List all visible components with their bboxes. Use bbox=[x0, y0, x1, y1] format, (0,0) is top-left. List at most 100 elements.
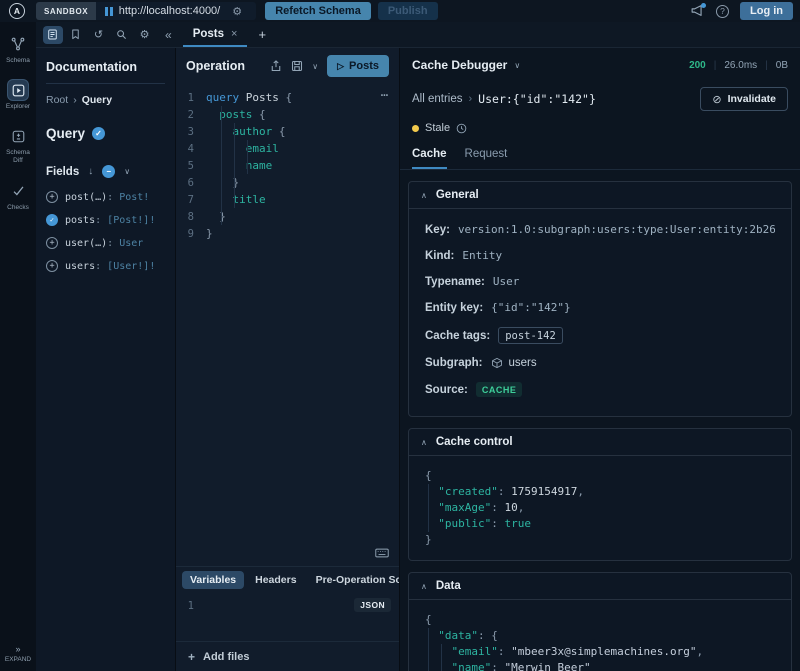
keyboard-shortcuts-icon[interactable] bbox=[375, 548, 389, 558]
field-type[interactable]: User bbox=[119, 238, 143, 249]
breadcrumb-separator-icon: › bbox=[73, 94, 77, 106]
rail-item-explorer[interactable]: Explorer bbox=[0, 80, 36, 111]
rail-item-checks[interactable]: Checks bbox=[0, 181, 36, 212]
run-operation-button[interactable]: ▷ Posts bbox=[327, 55, 389, 77]
general-section-header[interactable]: ∧ General bbox=[409, 182, 791, 209]
save-chevron-icon[interactable]: ∨ bbox=[312, 62, 318, 71]
add-field-icon[interactable]: + bbox=[46, 191, 58, 203]
sort-arrow-icon[interactable]: ↓ bbox=[88, 166, 93, 177]
documentation-panel: Documentation Root › Query Query ✓ Field… bbox=[36, 48, 176, 671]
field-name: post(…) bbox=[65, 192, 107, 203]
json-mode-badge[interactable]: JSON bbox=[354, 598, 391, 612]
operation-header: Operation ∨ ▷ Posts bbox=[176, 48, 399, 84]
rail-expand[interactable]: » EXPAND bbox=[5, 644, 31, 664]
field-row-post[interactable]: + post(…): Post! bbox=[46, 191, 165, 203]
refetch-schema-button[interactable]: Refetch Schema bbox=[265, 2, 371, 20]
row-label: Key: bbox=[425, 224, 450, 236]
operation-title: Operation bbox=[186, 59, 261, 73]
add-files-button[interactable]: + Add files bbox=[176, 641, 399, 671]
row-value: version:1.0:subgraph:users:type:User:ent… bbox=[458, 223, 775, 236]
filter-minus-icon[interactable]: − bbox=[102, 165, 115, 178]
collapse-chevron-icon: ∧ bbox=[421, 191, 427, 200]
save-icon[interactable] bbox=[291, 60, 303, 72]
data-section: ∧ Data { "data": { "email": "mbeer3x@sim… bbox=[408, 572, 792, 671]
play-icon: ▷ bbox=[337, 61, 344, 72]
tab-pre-operation-script[interactable]: Pre-Operation Script bbox=[308, 571, 399, 589]
search-icon[interactable] bbox=[112, 26, 132, 44]
field-type[interactable]: [Post!]! bbox=[107, 215, 155, 226]
login-button[interactable]: Log in bbox=[740, 2, 793, 20]
field-type[interactable]: [User!]! bbox=[107, 261, 155, 272]
invalidate-button[interactable]: ⊘ Invalidate bbox=[700, 87, 788, 111]
history-icon[interactable]: ↺ bbox=[89, 26, 109, 44]
variables-line-number: 1 bbox=[176, 600, 206, 612]
run-label: Posts bbox=[349, 60, 379, 72]
dropdown-chevron-icon[interactable]: ∨ bbox=[514, 61, 520, 70]
tab-close-icon[interactable]: × bbox=[231, 28, 237, 40]
code-line: "maxAge": 10, bbox=[425, 500, 775, 516]
new-tab-button[interactable]: + bbox=[258, 27, 266, 42]
tab-cache[interactable]: Cache bbox=[412, 148, 447, 169]
editor-menu-icon[interactable]: ⋯ bbox=[381, 88, 389, 102]
field-row-users[interactable]: + users: [User!]! bbox=[46, 260, 165, 272]
subgraph-name: users bbox=[509, 357, 537, 369]
response-view-dropdown[interactable]: Cache Debugger bbox=[412, 58, 507, 72]
cache-entry-breadcrumb: All entries › User:{"id":"142"} ⊘ Invali… bbox=[400, 72, 800, 111]
saved-operations-icon[interactable] bbox=[66, 26, 86, 44]
add-field-icon[interactable]: + bbox=[46, 237, 58, 249]
endpoint-url-input[interactable]: http://localhost:4000/ ⚙ bbox=[96, 2, 256, 20]
publish-button[interactable]: Publish bbox=[378, 2, 438, 20]
tab-posts[interactable]: Posts × bbox=[183, 22, 248, 47]
announcements-icon[interactable] bbox=[690, 4, 705, 18]
breadcrumb-root[interactable]: Root bbox=[46, 94, 68, 106]
cache-debugger-panel: Cache Debugger ∨ 200 | 26.0ms | 0B All e… bbox=[400, 48, 800, 671]
tab-request[interactable]: Request bbox=[465, 148, 508, 169]
endpoint-control[interactable]: SANDBOX http://localhost:4000/ ⚙ bbox=[36, 2, 256, 20]
help-icon[interactable]: ? bbox=[716, 5, 729, 18]
data-json: { "data": { "email": "mbeer3x@simplemach… bbox=[409, 600, 791, 671]
apollo-logo[interactable]: A bbox=[0, 3, 34, 19]
indent-guide bbox=[221, 106, 222, 225]
section-title: Cache control bbox=[436, 436, 513, 448]
row-value: User bbox=[493, 275, 520, 288]
documentation-panel-icon[interactable] bbox=[43, 26, 63, 44]
cache-detail-sections: ∧ General Key: version:1.0:subgraph:user… bbox=[400, 170, 800, 671]
all-entries-link[interactable]: All entries bbox=[412, 93, 463, 105]
tab-variables[interactable]: Variables bbox=[182, 571, 244, 589]
tab-headers[interactable]: Headers bbox=[247, 571, 304, 589]
invalidate-label: Invalidate bbox=[728, 93, 776, 105]
cache-control-section-header[interactable]: ∧ Cache control bbox=[409, 429, 791, 456]
tab-label: Posts bbox=[193, 28, 224, 40]
collapse-panel-icon[interactable]: « bbox=[165, 28, 172, 42]
data-section-header[interactable]: ∧ Data bbox=[409, 573, 791, 600]
sandbox-badge: SANDBOX bbox=[36, 2, 96, 20]
field-name: users bbox=[65, 261, 95, 272]
indent-guide bbox=[441, 644, 442, 671]
row-value: {"id":"142"} bbox=[491, 301, 570, 314]
field-type[interactable]: Post! bbox=[119, 192, 149, 203]
connection-settings-gear-icon[interactable]: ⚙ bbox=[232, 5, 242, 18]
variables-editor[interactable]: 1 JSON bbox=[176, 593, 399, 641]
stats-divider: | bbox=[765, 60, 768, 71]
rail-label: Checks bbox=[7, 204, 29, 212]
fields-chevron-icon[interactable]: ∨ bbox=[124, 167, 130, 176]
rail-item-schema[interactable]: Schema bbox=[0, 34, 36, 65]
field-selected-check-icon[interactable]: ✓ bbox=[46, 214, 58, 226]
code-line: 2 posts { bbox=[176, 106, 399, 123]
rail-label: Explorer bbox=[6, 103, 30, 111]
field-row-posts[interactable]: ✓ posts: [Post!]! bbox=[46, 214, 165, 226]
graphql-editor[interactable]: ⋯ 1query Posts {2 posts {3 author {4 ema… bbox=[176, 84, 399, 566]
add-field-icon[interactable]: + bbox=[46, 260, 58, 272]
code-line: 4 email bbox=[176, 140, 399, 157]
row-label: Kind: bbox=[425, 250, 454, 262]
row-label: Source: bbox=[425, 384, 468, 396]
breadcrumb-current: Query bbox=[82, 94, 112, 106]
clock-icon bbox=[456, 123, 467, 134]
settings-gear-icon[interactable]: ⚙ bbox=[135, 26, 155, 44]
cache-control-section: ∧ Cache control { "created": 1759154917,… bbox=[408, 428, 792, 561]
collapse-chevron-icon: ∧ bbox=[421, 582, 427, 591]
rail-item-schema-diff[interactable]: Schema Diff bbox=[0, 126, 36, 165]
row-label: Cache tags: bbox=[425, 330, 490, 342]
field-row-user[interactable]: + user(…): User bbox=[46, 237, 165, 249]
share-icon[interactable] bbox=[270, 60, 282, 72]
